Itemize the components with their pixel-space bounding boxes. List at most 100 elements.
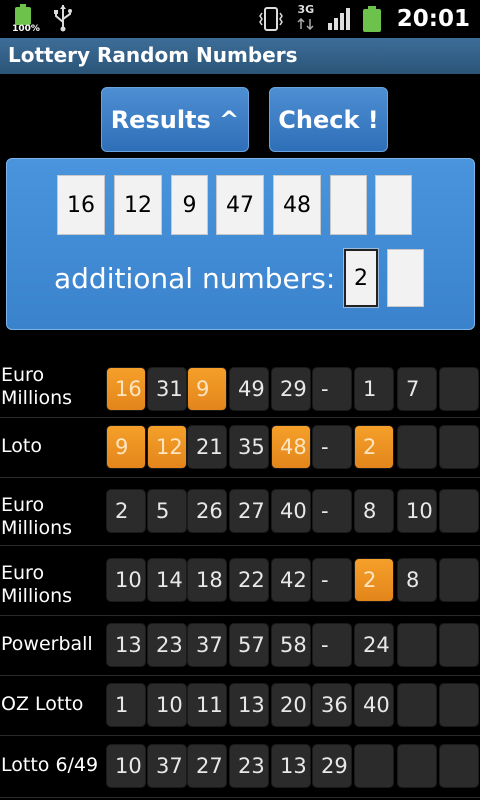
additional-input-1[interactable]: 2 bbox=[343, 248, 379, 308]
number-cell: 13 bbox=[229, 683, 269, 727]
lottery-name: Loto bbox=[1, 435, 42, 457]
number-cell: 37 bbox=[187, 623, 227, 667]
number-cell: 1 bbox=[106, 683, 146, 727]
number-input-4[interactable]: 47 bbox=[216, 175, 264, 235]
result-row[interactable]: Lotto 6/49 10 37 27 23 13 29 bbox=[0, 735, 480, 798]
number-cell: 42 bbox=[271, 558, 311, 602]
check-button[interactable]: Check ! bbox=[269, 87, 388, 152]
number-cell: 8 bbox=[397, 558, 437, 602]
number-cell: 58 bbox=[271, 623, 311, 667]
number-cell: 1 bbox=[354, 367, 394, 411]
vibrate-icon bbox=[258, 7, 283, 31]
number-cell: 10 bbox=[106, 558, 146, 602]
additional-numbers-label: additional numbers: bbox=[54, 262, 336, 295]
number-input-1[interactable]: 16 bbox=[57, 175, 105, 235]
number-input-2[interactable]: 12 bbox=[114, 175, 162, 235]
number-cell: 22 bbox=[229, 558, 269, 602]
app-title: Lottery Random Numbers bbox=[8, 43, 298, 67]
results-button[interactable]: Results ^ bbox=[101, 87, 249, 152]
lottery-name: Euro Millions bbox=[1, 364, 73, 409]
lottery-name: Euro Millions bbox=[1, 494, 73, 539]
number-cell: 13 bbox=[106, 623, 146, 667]
number-cell: 40 bbox=[271, 489, 311, 533]
number-input-3[interactable]: 9 bbox=[171, 175, 208, 235]
usb-icon bbox=[54, 5, 72, 32]
matched-number-cell: 48 bbox=[271, 425, 311, 469]
number-cell: 49 bbox=[229, 367, 269, 411]
number-cell: 36 bbox=[312, 683, 352, 727]
number-cell: 29 bbox=[271, 367, 311, 411]
number-cell: 57 bbox=[229, 623, 269, 667]
number-cell: 11 bbox=[187, 683, 227, 727]
matched-number-cell: 9 bbox=[187, 367, 227, 411]
number-cell bbox=[439, 558, 479, 602]
number-cell: 23 bbox=[147, 623, 187, 667]
clock: 20:01 bbox=[396, 6, 470, 32]
separator-cell: - bbox=[312, 367, 352, 411]
number-cell: 27 bbox=[229, 489, 269, 533]
number-cell: 37 bbox=[147, 744, 187, 788]
number-cell: 21 bbox=[187, 425, 227, 469]
lottery-name: Powerball bbox=[1, 633, 93, 655]
lottery-name: Euro Millions bbox=[1, 562, 73, 607]
result-row[interactable]: Euro Millions 16 31 9 49 29-1 7 bbox=[0, 347, 480, 418]
number-input-5[interactable]: 48 bbox=[273, 175, 321, 235]
battery-icon: 100% bbox=[12, 4, 40, 34]
matched-number-cell: 16 bbox=[106, 367, 146, 411]
number-cell: 20 bbox=[271, 683, 311, 727]
matched-number-cell: 12 bbox=[147, 425, 187, 469]
result-row[interactable]: Euro Millions 2 5 26 27 40-8 10 bbox=[0, 477, 480, 546]
number-cell: 13 bbox=[271, 744, 311, 788]
number-input-6[interactable] bbox=[330, 175, 367, 235]
result-row[interactable]: Loto 9 12 21 35 48-2 bbox=[0, 417, 480, 478]
lottery-name: OZ Lotto bbox=[1, 693, 84, 715]
number-input-7[interactable] bbox=[375, 175, 412, 235]
result-row[interactable]: Euro Millions 10 14 18 22 42-2 8 bbox=[0, 545, 480, 616]
3g-icon: 3G bbox=[295, 4, 317, 34]
additional-input-2[interactable] bbox=[387, 249, 424, 307]
number-cell: 27 bbox=[187, 744, 227, 788]
number-cell bbox=[439, 744, 479, 788]
number-cell: 7 bbox=[397, 367, 437, 411]
number-cell bbox=[354, 744, 394, 788]
battery-percent: 100% bbox=[12, 24, 40, 34]
battery-icon bbox=[362, 6, 381, 32]
number-cell: 10 bbox=[147, 683, 187, 727]
separator-cell: - bbox=[312, 425, 352, 469]
number-cell: 14 bbox=[147, 558, 187, 602]
title-bar: Lottery Random Numbers bbox=[0, 38, 480, 74]
number-cell bbox=[397, 744, 437, 788]
number-cell: 18 bbox=[187, 558, 227, 602]
number-cell bbox=[397, 683, 437, 727]
number-cell: 29 bbox=[312, 744, 352, 788]
number-cell bbox=[397, 425, 437, 469]
number-cell bbox=[439, 489, 479, 533]
number-cell: 31 bbox=[147, 367, 187, 411]
number-cell bbox=[439, 425, 479, 469]
separator-cell: - bbox=[312, 623, 352, 667]
number-cell: 24 bbox=[354, 623, 394, 667]
number-cell: 8 bbox=[354, 489, 394, 533]
number-cell bbox=[439, 623, 479, 667]
number-cell: 35 bbox=[229, 425, 269, 469]
number-cell bbox=[397, 623, 437, 667]
number-cell: 40 bbox=[354, 683, 394, 727]
number-cell: 2 bbox=[106, 489, 146, 533]
lottery-name: Lotto 6/49 bbox=[1, 754, 99, 776]
number-cell: 10 bbox=[397, 489, 437, 533]
separator-cell: - bbox=[312, 558, 352, 602]
matched-number-cell: 2 bbox=[354, 425, 394, 469]
result-row[interactable]: Powerball 13 23 37 57 58-24 bbox=[0, 615, 480, 676]
number-cell: 23 bbox=[229, 744, 269, 788]
signal-icon bbox=[327, 8, 350, 30]
status-bar: 100% 3G 20:01 bbox=[0, 0, 480, 38]
number-cell: 10 bbox=[106, 744, 146, 788]
matched-number-cell: 2 bbox=[354, 558, 394, 602]
number-cell: 26 bbox=[187, 489, 227, 533]
number-cell bbox=[439, 367, 479, 411]
separator-cell: - bbox=[312, 489, 352, 533]
result-row[interactable]: OZ Lotto 1 10 11 13 20 36 40 bbox=[0, 675, 480, 736]
number-cell bbox=[439, 683, 479, 727]
matched-number-cell: 9 bbox=[106, 425, 146, 469]
number-cell: 5 bbox=[147, 489, 187, 533]
